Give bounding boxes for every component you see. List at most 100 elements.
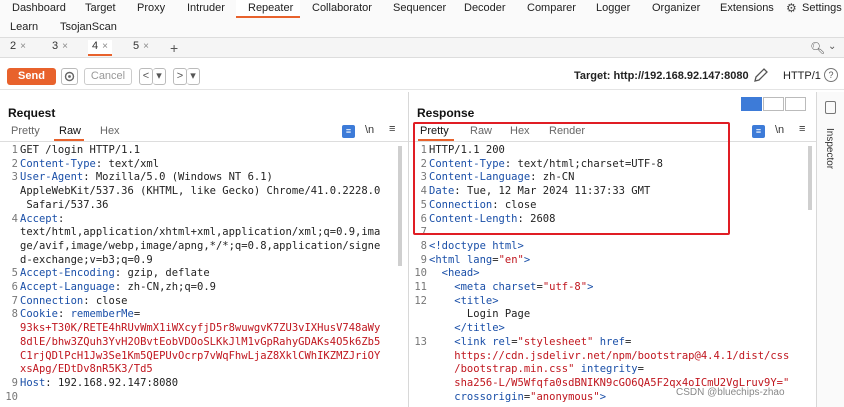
request-tab-hex[interactable]: Hex	[100, 125, 120, 137]
request-scrollbar[interactable]	[398, 146, 402, 266]
chevron-down-icon[interactable]: ⌄	[828, 41, 836, 52]
line-text: </title>	[429, 322, 505, 336]
request-menu-icon[interactable]: ≡	[389, 123, 395, 135]
nav-item-decoder[interactable]: Decoder	[464, 2, 506, 14]
line-text: C1rjQDlPcH1Jw3Se1Km5QEPUvOcrp7vWqFhwLjaZ…	[20, 350, 380, 364]
nav-item-tsojanscan[interactable]: TsojanScan	[60, 21, 117, 33]
request-tab-pretty[interactable]: Pretty	[11, 125, 40, 137]
code-token: : close	[83, 294, 128, 307]
line-text: <html lang="en">	[429, 254, 530, 268]
single-pane-layout-icon[interactable]	[785, 97, 806, 111]
line-number: 10	[414, 267, 427, 280]
http-version-label[interactable]: HTTP/1	[783, 70, 821, 82]
line-text: GET /login HTTP/1.1	[20, 144, 140, 158]
line-text: Login Page	[429, 308, 530, 322]
repeater-tab-label: +	[170, 40, 179, 56]
nav-item-intruder[interactable]: Intruder	[187, 2, 225, 14]
nav-item-logger[interactable]: Logger	[596, 2, 630, 14]
repeater-tab-3[interactable]: 3 ×	[52, 40, 68, 56]
line-text: <meta charset="utf-8">	[429, 281, 593, 295]
nav-item-comparer[interactable]: Comparer	[527, 2, 576, 14]
code-token: User-Agent	[20, 171, 84, 184]
request-pretty-print-icon[interactable]: ≡	[342, 125, 355, 138]
close-tab-icon[interactable]: ×	[62, 41, 68, 52]
help-icon[interactable]: ?	[824, 68, 838, 82]
line-number: 9	[420, 253, 427, 266]
stacked-layout-icon[interactable]	[763, 97, 784, 111]
nav-item-organizer[interactable]: Organizer	[652, 2, 700, 14]
response-newline-toggle[interactable]: \n	[775, 124, 784, 136]
code-token: <!doctype html>	[429, 239, 524, 252]
close-tab-icon[interactable]: ×	[102, 41, 108, 52]
nav-item-target[interactable]: Target	[85, 2, 116, 14]
nav-item-sequencer[interactable]: Sequencer	[393, 2, 446, 14]
send-options-gear-icon[interactable]	[61, 68, 78, 85]
code-token: charset	[492, 281, 537, 293]
code-token: <link	[429, 335, 493, 348]
edit-target-pencil-icon[interactable]	[752, 66, 770, 84]
line-number: 1	[11, 144, 18, 156]
back-dropdown-button[interactable]: ▾	[153, 68, 166, 85]
response-scrollbar[interactable]	[808, 146, 812, 210]
nav-item-learn[interactable]: Learn	[10, 21, 38, 33]
line-text: 93ks+T30K/RETE4hRUvWmX1iWXcyfjD5r8wuwgvK…	[20, 322, 380, 336]
code-token: Cookie	[20, 308, 58, 321]
repeater-tab-add[interactable]: +	[170, 40, 178, 56]
line-text: 8dlE/bhw3ZQuh3YvH2OBvtEobVDOoSLKkJlM1vGp…	[20, 336, 380, 350]
repeater-tab-5[interactable]: 5 ×	[133, 40, 149, 56]
code-token: =	[133, 308, 141, 321]
response-menu-icon[interactable]: ≡	[799, 123, 805, 135]
nav-item-proxy[interactable]: Proxy	[137, 2, 165, 14]
code-token: :	[57, 308, 71, 321]
nav-row-main: Dashboard Target Proxy Intruder Repeater Coll…	[0, 0, 844, 18]
code-token: >	[587, 281, 594, 293]
line-text: User-Agent: Mozilla/5.0 (Windows NT 6.1)	[20, 171, 273, 185]
forward-dropdown-button[interactable]: ▾	[187, 68, 200, 85]
line-number: 11	[414, 281, 427, 293]
request-newline-toggle[interactable]: \n	[365, 124, 374, 136]
side-by-side-layout-icon[interactable]	[741, 97, 762, 111]
back-button[interactable]: <	[139, 68, 153, 85]
pane-divider[interactable]	[408, 92, 409, 407]
send-button[interactable]: Send	[7, 68, 56, 85]
settings-gear-icon[interactable]: ⚙	[786, 1, 797, 15]
nav-item-repeater[interactable]: Repeater	[248, 2, 293, 14]
request-header-separator	[0, 141, 408, 142]
search-icon[interactable]: 🔍︎	[810, 41, 825, 55]
code-token: d-exchange;v=b3;q=0.9	[20, 253, 153, 266]
nav-item-extensions[interactable]: Extensions	[720, 2, 774, 14]
inspector-panel-icon[interactable]	[825, 101, 836, 114]
code-token: <head>	[429, 267, 480, 280]
line-text: <!doctype html>	[429, 240, 524, 254]
code-token: >	[523, 253, 531, 266]
close-tab-icon[interactable]: ×	[143, 41, 149, 52]
repeater-tab-2[interactable]: 2 ×	[10, 40, 26, 56]
line-text: ge/avif,image/webp,image/apng,*/*;q=0.8,…	[20, 240, 380, 254]
request-title: Request	[8, 106, 56, 120]
line-text: Host: 192.168.92.147:8080	[20, 377, 178, 391]
repeater-tab-4[interactable]: 4 ×	[88, 40, 112, 56]
nav-item-dashboard[interactable]: Dashboard	[12, 2, 66, 14]
line-number: 6	[11, 281, 18, 293]
repeater-tab-label: 5	[133, 40, 140, 52]
line-number: 7	[11, 294, 18, 307]
code-token: Connection	[20, 294, 84, 307]
close-tab-icon[interactable]: ×	[20, 41, 26, 52]
nav-item-settings[interactable]: Settings	[802, 2, 842, 14]
nav-item-collaborator[interactable]: Collaborator	[312, 2, 372, 14]
code-token: text/html,application/xhtml+xml,applicat…	[20, 226, 381, 239]
cancel-button[interactable]: Cancel	[84, 68, 132, 85]
code-token: 8dlE/bhw3ZQuh3YvH2OBvtEobVDOoSLKkJlM1vGp…	[20, 335, 381, 348]
code-token: <meta	[429, 281, 493, 293]
line-number: 13	[414, 335, 427, 348]
code-token: C1rjQDlPcH1Jw3Se1Km5QEPUvOcrp7vWqFhwLjaZ…	[20, 349, 381, 362]
line-text: d-exchange;v=b3;q=0.9	[20, 254, 153, 268]
forward-button[interactable]: >	[173, 68, 187, 85]
line-text: <head>	[429, 267, 480, 281]
code-token: "en"	[498, 253, 524, 266]
request-tab-raw[interactable]: Raw	[59, 125, 81, 137]
request-editor[interactable]: 1 GET /login HTTP/1.1 2 Content-Type: text/…	[4, 144, 404, 407]
inspector-tab[interactable]: Inspector	[824, 128, 835, 169]
line-number: 5	[11, 267, 18, 280]
response-pretty-print-icon[interactable]: ≡	[752, 125, 765, 138]
